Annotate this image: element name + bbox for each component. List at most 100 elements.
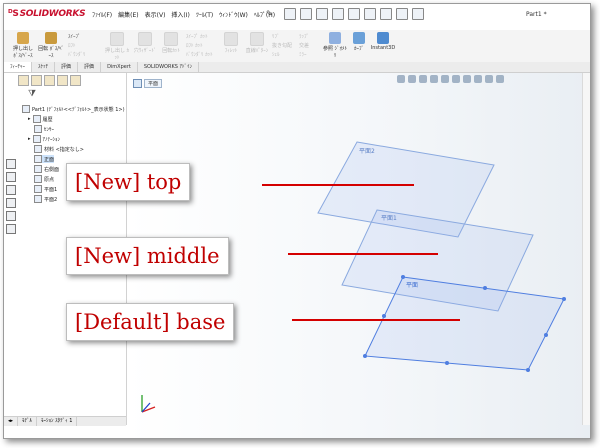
tree-item-material[interactable]: 材料 <指定なし> bbox=[34, 145, 84, 153]
handle-dot[interactable] bbox=[483, 286, 487, 290]
file-explorer-icon[interactable] bbox=[6, 185, 16, 195]
tab-evaluate-2[interactable]: 評価 bbox=[78, 62, 102, 72]
handle-dot[interactable] bbox=[526, 368, 530, 372]
linear-pattern-button[interactable]: 直線ﾊﾟﾀｰﾝ bbox=[244, 32, 270, 60]
feature-tree-tab-icon[interactable] bbox=[18, 75, 29, 86]
sensor-icon bbox=[34, 125, 42, 133]
menu-view[interactable]: 表示(V) bbox=[145, 10, 166, 19]
options-icon[interactable] bbox=[412, 8, 424, 20]
undo-icon[interactable] bbox=[348, 8, 360, 20]
select-icon[interactable] bbox=[364, 8, 376, 20]
plane-2-label: 平面2 bbox=[359, 148, 375, 155]
dimxpert-manager-tab-icon[interactable] bbox=[57, 75, 68, 86]
tree-item-origin[interactable]: 原点 bbox=[34, 175, 54, 183]
tab-dimxpert[interactable]: DimXpert bbox=[101, 62, 138, 72]
revolve-boss-button[interactable]: 回転 ﾎﾞｽ/ﾍﾞｰｽ bbox=[38, 32, 64, 60]
filter-icon[interactable]: ⧩ bbox=[28, 89, 36, 99]
task-pane-icons bbox=[6, 159, 16, 237]
hole-wizard-button[interactable]: 穴ｳｨｻﾞｰﾄﾞ bbox=[132, 32, 158, 60]
annotation-icon bbox=[32, 135, 41, 143]
origin-icon bbox=[34, 175, 42, 183]
boundary-cut-label[interactable]: ﾊﾞｳﾝﾀﾞﾘ ｶｯﾄ bbox=[186, 51, 213, 58]
revolve-cut-icon bbox=[164, 32, 178, 46]
tree-item-plane1[interactable]: 平面1 bbox=[34, 185, 57, 193]
command-manager: 押し出し ﾎﾞｽ/ﾍﾞｰｽ 回転 ﾎﾞｽ/ﾍﾞｰｽ ｽｲｰﾌﾟ ﾛﾌﾄ ﾊﾞｳﾝ… bbox=[4, 30, 590, 63]
command-tabs: ﾌｨｰﾁｬｰ ｽｹｯﾁ 評価 評価 DimXpert SOLIDWORKS ｱﾄ… bbox=[4, 62, 590, 73]
tab-evaluate[interactable]: 評価 bbox=[55, 62, 79, 72]
handle-dot[interactable] bbox=[562, 297, 566, 301]
scroll-arrows-icon[interactable]: ◂▸ bbox=[4, 417, 19, 426]
appearances-icon[interactable] bbox=[6, 211, 16, 221]
tree-item-right-plane[interactable]: 右側面 bbox=[34, 165, 59, 173]
print-icon[interactable] bbox=[332, 8, 344, 20]
rebuild-icon[interactable] bbox=[380, 8, 392, 20]
menu-file[interactable]: ﾌｧｲﾙ(F) bbox=[92, 10, 112, 19]
bottom-tabs: ◂▸ ﾓﾃﾞﾙ ﾓｰｼｮﾝ ｽﾀﾃﾞｨ 1 bbox=[4, 416, 126, 426]
tab-features[interactable]: ﾌｨｰﾁｬｰ bbox=[4, 62, 33, 72]
menu-window[interactable]: ｳｨﾝﾄﾞｳ(W) bbox=[219, 10, 248, 19]
solidworks-logo[interactable]: ᴰSSOLIDWORKS bbox=[8, 9, 86, 19]
intersect-label[interactable]: 交差 bbox=[299, 42, 309, 49]
file-properties-icon[interactable] bbox=[396, 8, 408, 20]
menu-tools[interactable]: ﾂｰﾙ(T) bbox=[196, 10, 213, 19]
tree-item-front-plane[interactable]: 正面 bbox=[34, 155, 55, 163]
handle-dot[interactable] bbox=[382, 314, 386, 318]
tab-sketch[interactable]: ｽｹｯﾁ bbox=[32, 62, 56, 72]
callout-top-leader bbox=[262, 184, 414, 186]
new-document-icon[interactable] bbox=[284, 8, 296, 20]
plane-icon bbox=[34, 155, 42, 163]
save-icon[interactable] bbox=[316, 8, 328, 20]
extrude-cut-button[interactable]: 押し出し ｶｯﾄ bbox=[104, 32, 130, 61]
rib-label[interactable]: ﾘﾌﾞ bbox=[272, 33, 280, 40]
history-icon bbox=[32, 115, 41, 123]
tree-item-plane2[interactable]: 平面2 bbox=[34, 195, 57, 203]
view-palette-icon[interactable] bbox=[6, 198, 16, 208]
callout-base: [Default] base bbox=[66, 303, 235, 341]
menu-edit[interactable]: 編集(E) bbox=[118, 10, 138, 19]
linear-pattern-icon bbox=[250, 32, 264, 46]
revolve-cut-button[interactable]: 回転ｶｯﾄ bbox=[158, 32, 184, 60]
open-icon[interactable] bbox=[300, 8, 312, 20]
handle-dot[interactable] bbox=[401, 275, 405, 279]
material-icon bbox=[34, 145, 42, 153]
instant3d-button[interactable]: Instant3D bbox=[368, 32, 398, 60]
loft-label[interactable]: ﾛﾌﾄ bbox=[68, 42, 76, 49]
tab-model[interactable]: ﾓﾃﾞﾙ bbox=[18, 417, 38, 426]
tree-item-annotations[interactable]: ▸ ｱﾉﾃｰｼｮﾝ bbox=[28, 135, 60, 143]
extrude-boss-button[interactable]: 押し出し ﾎﾞｽ/ﾍﾞｰｽ bbox=[10, 32, 36, 60]
tab-motion-study[interactable]: ﾓｰｼｮﾝ ｽﾀﾃﾞｨ 1 bbox=[37, 417, 78, 426]
menu-insert[interactable]: 挿入(I) bbox=[171, 10, 189, 19]
instant3d-icon bbox=[377, 32, 389, 44]
expand-icon[interactable]: ▸ bbox=[28, 116, 31, 122]
resources-icon[interactable] bbox=[6, 159, 16, 169]
custom-properties-icon[interactable] bbox=[6, 224, 16, 234]
boundary-label[interactable]: ﾊﾞｳﾝﾀﾞﾘ bbox=[68, 51, 86, 58]
handle-dot[interactable] bbox=[363, 354, 367, 358]
extrude-boss-icon bbox=[17, 32, 29, 44]
plane-base-label: 平面 bbox=[406, 282, 418, 289]
reference-geometry-button[interactable]: 参照 ｼﾞｵﾒﾄﾘ bbox=[322, 32, 348, 60]
right-edge-panel bbox=[582, 73, 590, 425]
wrap-label[interactable]: ﾗｯﾌﾟ bbox=[299, 33, 309, 40]
configuration-manager-tab-icon[interactable] bbox=[44, 75, 55, 86]
shell-label[interactable]: ｼｪﾙ bbox=[272, 51, 280, 58]
design-library-icon[interactable] bbox=[6, 172, 16, 182]
tree-root[interactable]: Part1 (ﾃﾞﾌｫﾙﾄ<<ﾃﾞﾌｫﾙﾄ>_表示状態 1>) bbox=[22, 105, 125, 113]
mirror-label[interactable]: ﾐﾗｰ bbox=[299, 51, 307, 58]
pin-icon[interactable]: ✎ bbox=[266, 9, 273, 18]
handle-dot[interactable] bbox=[544, 333, 548, 337]
revolve-boss-icon bbox=[45, 32, 57, 44]
tree-item-history[interactable]: ▸ 履歴 bbox=[28, 115, 53, 123]
sweep-label[interactable]: ｽｲｰﾌﾟ bbox=[68, 33, 81, 40]
property-manager-tab-icon[interactable] bbox=[31, 75, 42, 86]
tab-addins[interactable]: SOLIDWORKS ｱﾄﾞｲﾝ bbox=[138, 62, 199, 72]
fillet-button[interactable]: ﾌｨﾚｯﾄ bbox=[218, 32, 244, 60]
handle-dot[interactable] bbox=[445, 361, 449, 365]
draft-label[interactable]: 抜き勾配 bbox=[272, 42, 292, 49]
sweep-cut-label[interactable]: ｽｲｰﾌﾟ ｶｯﾄ bbox=[186, 33, 208, 40]
tree-item-sensors[interactable]: ｾﾝｻｰ bbox=[34, 125, 54, 133]
expand-icon[interactable]: ▸ bbox=[28, 136, 31, 142]
loft-cut-label[interactable]: ﾛﾌﾄ ｶｯﾄ bbox=[186, 42, 203, 49]
reference-triad-icon bbox=[141, 395, 156, 413]
display-manager-tab-icon[interactable] bbox=[70, 75, 81, 86]
